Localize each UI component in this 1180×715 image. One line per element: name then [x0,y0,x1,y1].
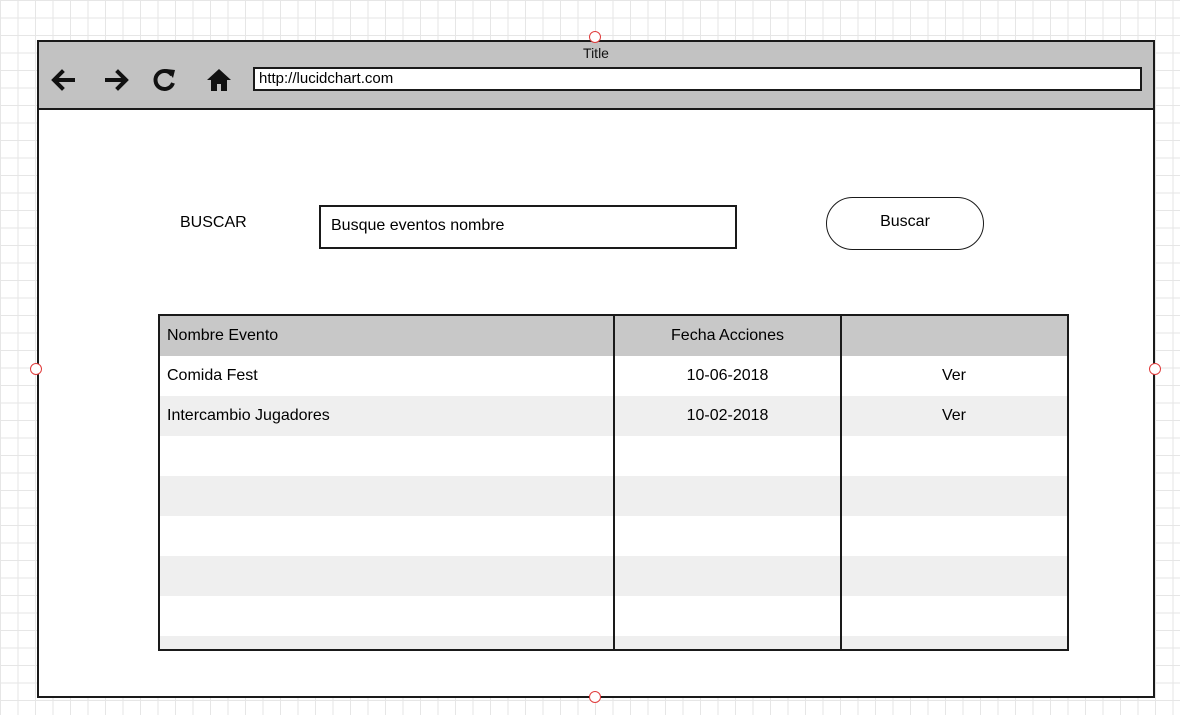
header-actions [841,316,1067,356]
event-date-cell [614,596,841,636]
browser-window: Title http://lucidchart.com BUSCAR Busqu… [37,40,1155,698]
view-link [841,516,1067,556]
event-date-cell [614,636,841,649]
event-date-cell: 10-02-2018 [686,407,769,424]
selection-handle-bottom[interactable] [589,691,601,703]
arrow-right-icon[interactable] [103,66,131,94]
event-name-cell [160,516,614,556]
view-link[interactable]: Ver [841,356,1067,396]
search-label: BUSCAR [180,214,247,231]
search-input[interactable]: Busque eventos nombre [319,205,737,249]
event-name-cell [160,636,614,649]
event-name-cell [160,596,614,636]
event-date-cell [614,476,841,516]
view-link [841,596,1067,636]
column-divider [613,316,615,649]
event-date-cell: 10-06-2018 [686,367,769,384]
event-name-cell: Comida Fest [167,367,258,384]
home-icon[interactable] [205,66,233,94]
event-name-cell [160,476,614,516]
selection-handle-top[interactable] [589,31,601,43]
selection-handle-left[interactable] [30,363,42,375]
search-button[interactable]: Buscar [826,197,984,250]
selection-handle-right[interactable] [1149,363,1161,375]
view-link [841,476,1067,516]
refresh-icon[interactable] [151,66,179,94]
arrow-left-icon[interactable] [49,66,77,94]
event-name-cell [160,436,614,476]
event-name-cell [160,556,614,596]
header-nombre-evento: Nombre Evento [167,327,279,344]
view-link [841,436,1067,476]
event-date-cell [614,436,841,476]
column-divider [840,316,842,649]
header-fecha-acciones: Fecha Acciones [671,327,784,344]
browser-titlebar: Title http://lucidchart.com [39,42,1153,110]
view-link [841,556,1067,596]
events-table: Nombre Evento Fecha Acciones Comida Fest… [158,314,1069,651]
url-bar[interactable]: http://lucidchart.com [253,67,1142,91]
event-date-cell [614,516,841,556]
event-name-cell: Intercambio Jugadores [167,407,330,424]
view-link [841,636,1067,649]
window-title: Title [583,45,609,61]
event-date-cell [614,556,841,596]
view-link[interactable]: Ver [841,396,1067,436]
